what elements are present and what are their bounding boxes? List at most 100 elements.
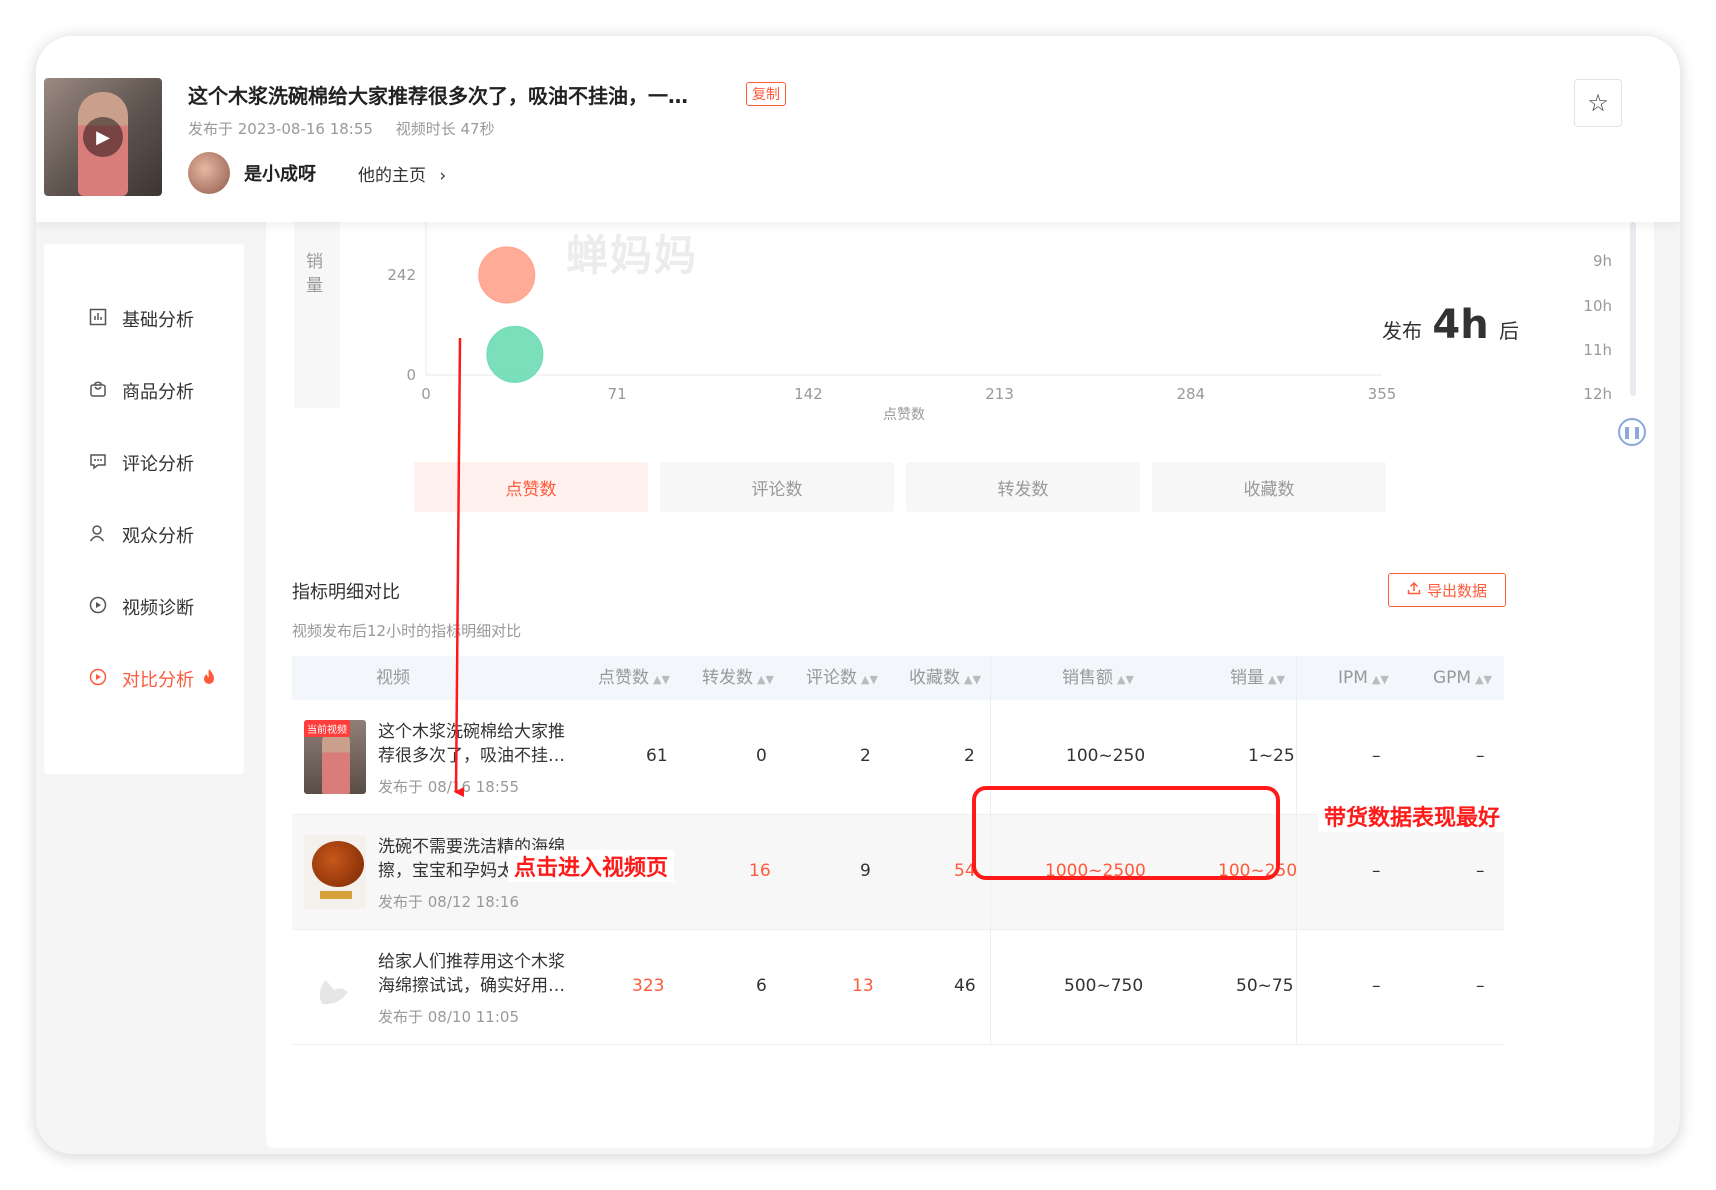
column-label: 销售额 [1062,668,1113,688]
column-header-comments[interactable]: 评论数 ▲▼ [806,656,878,700]
cell-ipm: – [1372,976,1381,996]
row-publish-date: 发布于 08/12 18:16 [378,893,519,911]
sort-icon: ▲▼ [1475,673,1493,686]
tab-favorites[interactable]: 收藏数 [1152,462,1386,512]
column-divider [1296,656,1297,1045]
cell-volume: 1~25 [1248,746,1295,766]
sidebar-item-diagnosis[interactable]: 视频诊断 [88,594,194,620]
column-label: 评论数 [806,668,857,688]
star-icon: ☆ [1587,89,1609,117]
cell-shares: 16 [749,861,771,881]
shopping-bag-icon [88,380,108,402]
cell-ipm: – [1372,746,1381,766]
column-header-gpm[interactable]: GPM ▲▼ [1433,656,1492,700]
sort-icon: ▲▼ [1268,673,1285,686]
author-avatar[interactable] [188,152,230,194]
annotation-best-hint: 带货数据表现最好 [1318,800,1507,832]
column-header-likes[interactable]: 点赞数 ▲▼ [598,656,670,700]
x-tick-label: 71 [608,385,627,403]
row-publish-date: 发布于 08/10 11:05 [378,1008,519,1026]
column-label: 点赞数 [598,668,649,688]
column-header-volume[interactable]: 销量 ▲▼ [1230,656,1285,700]
thumbnail-bowl [312,841,364,887]
column-header-video: 视频 [376,668,410,688]
placeholder-logo-icon [319,980,348,1005]
chevron-right-icon: › [439,166,447,186]
publish-after-label: 发布 4h 后 [1382,302,1519,348]
sidebar-item-label: 视频诊断 [122,598,194,619]
cell-volume: 50~75 [1236,976,1294,996]
upload-icon [1407,581,1421,599]
x-tick-label: 284 [1176,385,1205,403]
timeline-slider[interactable] [1630,222,1636,396]
sidebar-item-product[interactable]: 商品分析 [88,378,194,404]
table-row[interactable]: 当前视频 这个木浆洗碗棉给大家推荐很多次了，吸油不挂… 发布于 08/16 18… [292,700,1504,815]
cell-sales: 100~250 [1066,746,1146,766]
x-axis-label: 点赞数 [883,407,925,423]
user-icon [88,524,108,546]
sidebar: 基础分析 商品分析 评论分析 观众分析 视频诊断 对比分析 [44,244,244,774]
y-tick-label: 242 [387,266,416,284]
annotation-click-hint: 点击进入视频页 [508,850,675,882]
x-tick-label: 0 [421,385,431,403]
play-circle-icon [88,668,108,690]
favorite-button[interactable]: ☆ [1574,79,1622,127]
sort-icon: ▲▼ [653,673,670,686]
row-thumbnail[interactable]: 当前视频 [304,720,366,794]
cell-comments: 9 [860,861,871,881]
x-tick-label: 355 [1368,385,1397,403]
sort-icon: ▲▼ [757,673,774,686]
column-header-favorites[interactable]: 收藏数 ▲▼ [909,656,981,700]
column-header-ipm[interactable]: IPM ▲▼ [1338,656,1389,700]
comment-icon [88,452,108,474]
cell-favorites: 2 [964,746,975,766]
sidebar-item-comment[interactable]: 评论分析 [88,450,194,476]
tab-comments[interactable]: 评论数 [660,462,894,512]
play-icon[interactable]: ▶ [83,117,123,157]
tab-shares[interactable]: 转发数 [906,462,1140,512]
sidebar-item-audience[interactable]: 观众分析 [88,522,194,548]
video-thumbnail[interactable]: ▶ [44,78,162,196]
sidebar-item-compare[interactable]: 对比分析 [88,666,216,692]
cell-likes: 61 [646,746,668,766]
current-video-badge: 当前视频 [304,720,350,737]
time-label: 12h [1583,385,1612,403]
x-tick-label: 142 [794,385,823,403]
sidebar-item-basic[interactable]: 基础分析 [88,306,194,332]
row-video-title[interactable]: 给家人们推荐用这个木浆海绵擦试试，确实好用… [378,950,574,998]
column-header-sales[interactable]: 销售额 ▲▼ [1062,656,1134,700]
column-label: 收藏数 [909,668,960,688]
sort-icon: ▲▼ [1117,673,1134,686]
thumbnail-person [322,730,350,794]
sort-icon: ▲▼ [861,673,878,686]
author-home-link[interactable]: 他的主页 › [358,161,446,186]
cell-sales: 1000~2500 [1045,861,1146,881]
table-row[interactable]: 给家人们推荐用这个木浆海绵擦试试，确实好用… 发布于 08/10 11:05 3… [292,930,1504,1045]
sidebar-item-label: 商品分析 [122,382,194,403]
row-thumbnail[interactable] [304,950,366,1024]
app-window: ▶ 这个木浆洗碗棉给大家推荐很多次了，吸油不挂油，一… 复制 发布于 2023-… [36,36,1680,1154]
column-label: IPM [1338,668,1368,688]
copy-button[interactable]: 复制 [746,82,786,106]
fire-icon [202,668,216,691]
table-row[interactable]: 洗碗不需要洗洁精的海绵擦，宝宝和孕妈太合适… 发布于 08/12 18:16 1… [292,815,1504,930]
column-label: 转发数 [702,668,753,688]
publish-time: 发布于 2023-08-16 18:55 [188,120,373,138]
pause-button[interactable]: ❚❚ [1618,418,1646,446]
column-header-shares[interactable]: 转发数 ▲▼ [702,656,774,700]
cell-gpm: – [1476,746,1485,766]
time-label: 10h [1583,297,1612,315]
tab-likes[interactable]: 点赞数 [414,462,648,512]
sidebar-item-label: 评论分析 [122,454,194,475]
x-tick-label: 213 [985,385,1014,403]
home-link-label: 他的主页 [358,166,426,186]
sidebar-item-label: 基础分析 [122,310,194,331]
cell-comments: 2 [860,746,871,766]
author-name[interactable]: 是小成呀 [244,160,316,186]
video-title: 这个木浆洗碗棉给大家推荐很多次了，吸油不挂油，一… [188,84,688,108]
cell-sales: 500~750 [1064,976,1144,996]
row-video-title[interactable]: 这个木浆洗碗棉给大家推荐很多次了，吸油不挂… [378,720,574,768]
row-thumbnail[interactable] [304,835,366,909]
export-button[interactable]: 导出数据 [1388,573,1506,607]
scatter-point [478,246,536,304]
